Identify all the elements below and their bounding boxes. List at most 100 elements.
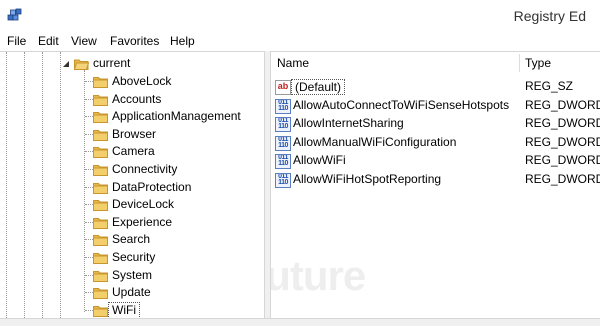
tree-node-label: Update — [112, 285, 151, 299]
pane-splitter[interactable] — [264, 51, 271, 325]
tree-node[interactable]: Security — [0, 249, 264, 266]
value-row[interactable]: 011 110 AllowManualWiFiConfiguration REG_DW… — [271, 134, 600, 152]
menu-help[interactable]: Help — [170, 34, 195, 48]
tree-node-label: AboveLock — [112, 74, 172, 88]
tree-node-label: Camera — [112, 144, 155, 158]
tree-node[interactable]: WiFi — [0, 302, 264, 319]
tree-connector — [85, 239, 93, 240]
tree-node-label: DeviceLock — [112, 197, 175, 211]
tree-connector — [85, 151, 93, 152]
title-bar: Registry Ed — [0, 0, 600, 33]
watermark: WinFuture — [271, 252, 366, 299]
dword-value-icon: 011 110 — [275, 173, 291, 188]
folder-icon — [93, 271, 108, 282]
tree-node[interactable]: Camera — [0, 143, 264, 160]
tree-connector — [85, 292, 93, 293]
tree-node-label: System — [112, 268, 153, 282]
column-header-name[interactable]: Name — [277, 52, 309, 74]
folder-open-icon — [74, 59, 89, 70]
value-name: AllowWiFiHotSpotReporting — [293, 172, 442, 186]
tree-node[interactable]: DataProtection — [0, 179, 264, 196]
tree-node[interactable]: Connectivity — [0, 161, 264, 178]
folder-icon — [93, 306, 108, 317]
tree-node-label: WiFi — [108, 302, 140, 319]
tree-node[interactable]: Experience — [0, 214, 264, 231]
tree-node-label: ApplicationManagement — [112, 109, 241, 123]
value-list-pane[interactable]: Name Type ab (Default) REG_SZ 011 110 AllowAu… — [271, 51, 600, 326]
key-tree-pane[interactable]: current AboveLock Accounts ApplicationMana… — [0, 51, 264, 326]
folder-icon — [93, 130, 108, 141]
folder-icon — [93, 77, 108, 88]
tree-node[interactable]: Browser — [0, 126, 264, 143]
tree-connector — [85, 169, 93, 170]
folder-icon — [93, 112, 108, 123]
folder-icon — [93, 200, 108, 211]
tree-node-current[interactable]: current — [0, 55, 264, 72]
value-type: REG_DWORD — [525, 98, 600, 112]
value-name: AllowManualWiFiConfiguration — [293, 135, 457, 149]
menu-favorites[interactable]: Favorites — [110, 34, 159, 48]
tree-node[interactable]: ApplicationManagement — [0, 108, 264, 125]
value-type: REG_DWORD — [525, 153, 600, 167]
value-row[interactable]: 011 110 AllowWiFiHotSpotReporting REG_DWORD — [271, 171, 600, 189]
value-name: (Default) — [291, 79, 346, 95]
folder-icon — [93, 165, 108, 176]
folder-icon — [93, 288, 108, 299]
value-row[interactable]: 011 110 AllowWiFi REG_DWORD — [271, 152, 600, 170]
window-title: Registry Ed — [513, 8, 586, 24]
tree-node-label: Security — [112, 250, 156, 264]
tree-connector — [85, 187, 93, 188]
dword-value-icon: 011 110 — [275, 136, 291, 151]
tree-node[interactable]: Search — [0, 231, 264, 248]
value-type: REG_DWORD — [525, 172, 600, 186]
registry-editor-icon[interactable] — [6, 6, 24, 24]
menu-view[interactable]: View — [71, 34, 97, 48]
tree-node[interactable]: Accounts — [0, 91, 264, 108]
folder-icon — [93, 218, 108, 229]
tree-node-label: Accounts — [112, 92, 162, 106]
tree-connector — [85, 116, 93, 117]
tree-node[interactable]: AboveLock — [0, 73, 264, 90]
value-type: REG_DWORD — [525, 116, 600, 130]
tree-node[interactable]: Update — [0, 284, 264, 301]
menu-file[interactable]: File — [7, 34, 26, 48]
value-type: REG_DWORD — [525, 135, 600, 149]
dword-value-icon: 011 110 — [275, 99, 291, 114]
menu-edit[interactable]: Edit — [38, 34, 59, 48]
tree-node-label: Search — [112, 232, 151, 246]
folder-icon — [93, 235, 108, 246]
folder-icon — [93, 147, 108, 158]
tree-node-label: current — [93, 56, 131, 70]
tree-connector — [85, 99, 93, 100]
tree-node-label: Connectivity — [112, 162, 178, 176]
value-row[interactable]: ab (Default) REG_SZ — [271, 78, 600, 96]
collapse-arrow-icon[interactable] — [62, 60, 70, 68]
folder-icon — [93, 183, 108, 194]
value-name: AllowAutoConnectToWiFiSenseHotspots — [293, 98, 510, 112]
value-type: REG_SZ — [525, 79, 574, 93]
tree-node-label: Experience — [112, 215, 173, 229]
folder-icon — [93, 95, 108, 106]
column-header-type[interactable]: Type — [525, 52, 551, 74]
tree-connector — [85, 310, 93, 311]
menu-bar: File Edit View Favorites Help — [0, 33, 600, 50]
tree-node[interactable]: System — [0, 267, 264, 284]
tree-connector — [85, 222, 93, 223]
tree-connector — [85, 204, 93, 205]
folder-icon — [93, 253, 108, 264]
tree-connector — [85, 257, 93, 258]
value-name: AllowWiFi — [293, 153, 346, 167]
tree-connector — [85, 134, 93, 135]
tree-node-label: DataProtection — [112, 180, 192, 194]
tree-node-label: Browser — [112, 127, 157, 141]
dword-value-icon: 011 110 — [275, 154, 291, 169]
tree-connector — [85, 275, 93, 276]
value-name: AllowInternetSharing — [293, 116, 404, 130]
value-row[interactable]: 011 110 AllowAutoConnectToWiFiSenseHotspot… — [271, 97, 600, 115]
column-divider[interactable] — [519, 54, 520, 72]
tree-node[interactable]: DeviceLock — [0, 196, 264, 213]
value-row[interactable]: 011 110 AllowInternetSharing REG_DWORD — [271, 115, 600, 133]
string-value-icon: ab — [275, 80, 291, 95]
dword-value-icon: 011 110 — [275, 117, 291, 132]
tree-connector — [85, 81, 93, 82]
